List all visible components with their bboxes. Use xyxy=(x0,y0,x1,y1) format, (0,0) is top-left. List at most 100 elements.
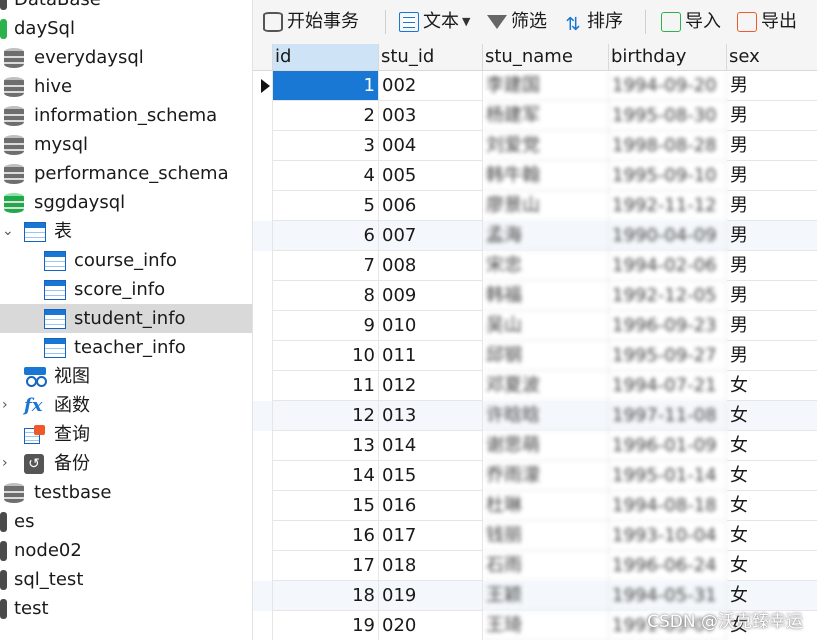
cell-stu-id[interactable]: 004 xyxy=(379,131,483,161)
tree-node[interactable]: › ↺ 备份 xyxy=(0,449,252,478)
cell-stu-name[interactable]: 邓夏波 xyxy=(483,371,609,401)
table-row[interactable]: 1 002 李建国 1994-09-20 男 xyxy=(253,71,817,101)
table-row[interactable]: 5 006 廖景山 1992-11-12 男 xyxy=(253,191,817,221)
tree-node[interactable]: DataBase xyxy=(0,0,252,14)
row-indicator[interactable] xyxy=(253,371,273,401)
cell-stu-id[interactable]: 005 xyxy=(379,161,483,191)
cell-birthday[interactable]: 1996-06-24 xyxy=(609,551,727,581)
table-row[interactable]: 2 003 杨建军 1995-08-30 男 xyxy=(253,101,817,131)
tree-node[interactable]: mysql xyxy=(0,130,252,159)
cell-id[interactable]: 4 xyxy=(273,161,379,191)
table-row[interactable]: 16 017 钱丽 1993-10-04 女 xyxy=(253,521,817,551)
cell-id[interactable]: 9 xyxy=(273,311,379,341)
table-row[interactable]: 11 012 邓夏波 1994-07-21 女 xyxy=(253,371,817,401)
cell-stu-name[interactable]: 刘爱党 xyxy=(483,131,609,161)
column-header-stu-name[interactable]: stu_name xyxy=(483,44,609,70)
cell-id[interactable]: 3 xyxy=(273,131,379,161)
cell-sex[interactable]: 女 xyxy=(727,491,817,521)
tree-node[interactable]: daySql xyxy=(0,14,252,43)
filter-button[interactable]: 筛选 xyxy=(487,9,547,35)
chevron-right-icon[interactable]: › xyxy=(2,449,8,478)
cell-sex[interactable]: 女 xyxy=(727,371,817,401)
cell-id[interactable]: 10 xyxy=(273,341,379,371)
cell-id[interactable]: 18 xyxy=(273,581,379,611)
cell-stu-name[interactable]: 邱钢 xyxy=(483,341,609,371)
column-header-sex[interactable]: sex xyxy=(727,44,817,70)
cell-stu-id[interactable]: 003 xyxy=(379,101,483,131)
cell-stu-name[interactable]: 宋忠 xyxy=(483,251,609,281)
tree-node[interactable]: information_schema xyxy=(0,101,252,130)
cell-birthday[interactable]: 1990-04-09 xyxy=(609,221,727,251)
table-row[interactable]: 3 004 刘爱党 1998-08-28 男 xyxy=(253,131,817,161)
cell-stu-name[interactable]: 许晗晗 xyxy=(483,401,609,431)
tree-node[interactable]: 视图 xyxy=(0,362,252,391)
cell-id[interactable]: 13 xyxy=(273,431,379,461)
cell-stu-name[interactable]: 韩牛翰 xyxy=(483,161,609,191)
cell-sex[interactable]: 男 xyxy=(727,101,817,131)
cell-stu-id[interactable]: 007 xyxy=(379,221,483,251)
tree-node[interactable]: hive xyxy=(0,72,252,101)
begin-transaction-button[interactable]: 开始事务 xyxy=(263,9,359,35)
sort-button[interactable]: ⇅ 排序 xyxy=(563,9,623,35)
cell-birthday[interactable]: 1995-01-14 xyxy=(609,461,727,491)
table-row[interactable]: 10 011 邱钢 1995-09-27 男 xyxy=(253,341,817,371)
cell-sex[interactable]: 男 xyxy=(727,341,817,371)
cell-stu-id[interactable]: 020 xyxy=(379,611,483,640)
cell-id[interactable]: 17 xyxy=(273,551,379,581)
tree-node[interactable]: es xyxy=(0,507,252,536)
cell-id[interactable]: 19 xyxy=(273,611,379,640)
cell-birthday[interactable]: 1998-08-28 xyxy=(609,131,727,161)
cell-birthday[interactable]: 1994-08-18 xyxy=(609,491,727,521)
row-indicator[interactable] xyxy=(253,191,273,221)
cell-id[interactable]: 5 xyxy=(273,191,379,221)
cell-sex[interactable]: 男 xyxy=(727,131,817,161)
cell-stu-name[interactable]: 王琦 xyxy=(483,611,609,640)
row-indicator[interactable] xyxy=(253,461,273,491)
cell-sex[interactable]: 男 xyxy=(727,71,817,101)
cell-id[interactable]: 1 xyxy=(273,71,379,101)
cell-id[interactable]: 8 xyxy=(273,281,379,311)
export-button[interactable]: 导出 xyxy=(737,9,797,35)
row-indicator[interactable] xyxy=(253,161,273,191)
cell-stu-id[interactable]: 018 xyxy=(379,551,483,581)
table-row[interactable]: 13 014 谢思萌 1996-01-09 女 xyxy=(253,431,817,461)
tree-node[interactable]: score_info xyxy=(0,275,252,304)
cell-stu-name[interactable]: 钱丽 xyxy=(483,521,609,551)
tree-node[interactable]: performance_schema xyxy=(0,159,252,188)
cell-stu-name[interactable]: 孟海 xyxy=(483,221,609,251)
column-header-stu-id[interactable]: stu_id xyxy=(379,44,483,70)
tree-node[interactable]: teacher_info xyxy=(0,333,252,362)
cell-sex[interactable]: 男 xyxy=(727,161,817,191)
cell-birthday[interactable]: 1995-09-10 xyxy=(609,161,727,191)
row-indicator[interactable] xyxy=(253,491,273,521)
cell-sex[interactable]: 女 xyxy=(727,461,817,491)
cell-stu-id[interactable]: 011 xyxy=(379,341,483,371)
tree-node[interactable]: sggdaysql xyxy=(0,188,252,217)
tree-node[interactable]: sql_test xyxy=(0,565,252,594)
table-row[interactable]: 12 013 许晗晗 1997-11-08 女 xyxy=(253,401,817,431)
cell-stu-name[interactable]: 李建国 xyxy=(483,71,609,101)
cell-id[interactable]: 12 xyxy=(273,401,379,431)
row-indicator[interactable] xyxy=(253,611,273,640)
cell-birthday[interactable]: 1996-01-09 xyxy=(609,431,727,461)
cell-birthday[interactable]: 1994-07-21 xyxy=(609,371,727,401)
cell-stu-name[interactable]: 谢思萌 xyxy=(483,431,609,461)
row-indicator[interactable] xyxy=(253,401,273,431)
cell-stu-name[interactable]: 乔雨濛 xyxy=(483,461,609,491)
import-button[interactable]: 导入 xyxy=(661,9,721,35)
cell-stu-name[interactable]: 杜琳 xyxy=(483,491,609,521)
row-indicator[interactable] xyxy=(253,431,273,461)
cell-stu-id[interactable]: 009 xyxy=(379,281,483,311)
cell-sex[interactable]: 女 xyxy=(727,401,817,431)
cell-stu-id[interactable]: 017 xyxy=(379,521,483,551)
cell-sex[interactable]: 男 xyxy=(727,221,817,251)
tree-node[interactable]: test xyxy=(0,594,252,623)
cell-birthday[interactable]: 1996-09-23 xyxy=(609,311,727,341)
text-view-button[interactable]: 文本 ▼ xyxy=(399,9,470,35)
cell-birthday[interactable]: 1994-09-20 xyxy=(609,71,727,101)
cell-birthday[interactable]: 1995-08-30 xyxy=(609,101,727,131)
row-indicator[interactable] xyxy=(253,311,273,341)
row-indicator[interactable] xyxy=(253,581,273,611)
row-indicator[interactable] xyxy=(253,221,273,251)
tree-node[interactable]: ⌄ 表 xyxy=(0,217,252,246)
